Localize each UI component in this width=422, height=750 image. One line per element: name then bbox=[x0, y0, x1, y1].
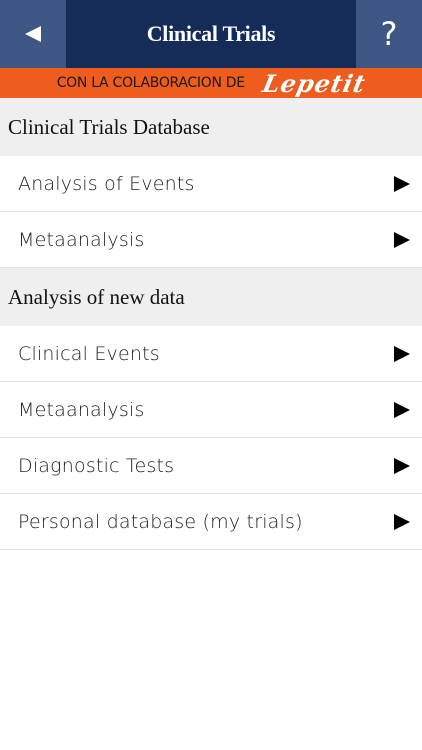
list-item-label: Diagnostic Tests bbox=[18, 454, 175, 477]
list-item-label: Metaanalysis bbox=[18, 228, 145, 251]
list-item-label: Personal database (my trials) bbox=[18, 510, 303, 533]
sponsor-logo: Lepetit bbox=[259, 68, 369, 98]
list-item-label: Clinical Events bbox=[18, 342, 160, 365]
list-item-diagnostic-tests[interactable]: Diagnostic Tests bbox=[0, 438, 422, 494]
play-triangle-icon bbox=[394, 401, 410, 418]
back-triangle-icon bbox=[25, 26, 41, 42]
list-item-metaanalysis-new[interactable]: Metaanalysis bbox=[0, 382, 422, 438]
section-header-analysis-of-new-data: Analysis of new data bbox=[0, 268, 422, 326]
play-triangle-icon bbox=[394, 175, 410, 192]
play-triangle-icon bbox=[394, 457, 410, 474]
help-button[interactable]: ? bbox=[356, 0, 422, 68]
list-item-label: Metaanalysis bbox=[18, 398, 145, 421]
list-item-analysis-of-events[interactable]: Analysis of Events bbox=[0, 156, 422, 212]
play-triangle-icon bbox=[394, 231, 410, 248]
back-button[interactable] bbox=[0, 0, 66, 68]
play-triangle-icon bbox=[394, 513, 410, 530]
list-item-metaanalysis-database[interactable]: Metaanalysis bbox=[0, 212, 422, 268]
play-triangle-icon bbox=[394, 345, 410, 362]
list-item-label: Analysis of Events bbox=[18, 172, 195, 195]
navigation-bar: Clinical Trials ? bbox=[0, 0, 422, 68]
list-item-personal-database[interactable]: Personal database (my trials) bbox=[0, 494, 422, 550]
list-item-clinical-events[interactable]: Clinical Events bbox=[0, 326, 422, 382]
section-header-clinical-trials-database: Clinical Trials Database bbox=[0, 98, 422, 156]
sponsor-text: CON LA COLABORACION DE bbox=[56, 75, 245, 91]
sponsor-banner: CON LA COLABORACION DE Lepetit bbox=[0, 68, 422, 98]
page-title: Clinical Trials bbox=[146, 21, 276, 46]
